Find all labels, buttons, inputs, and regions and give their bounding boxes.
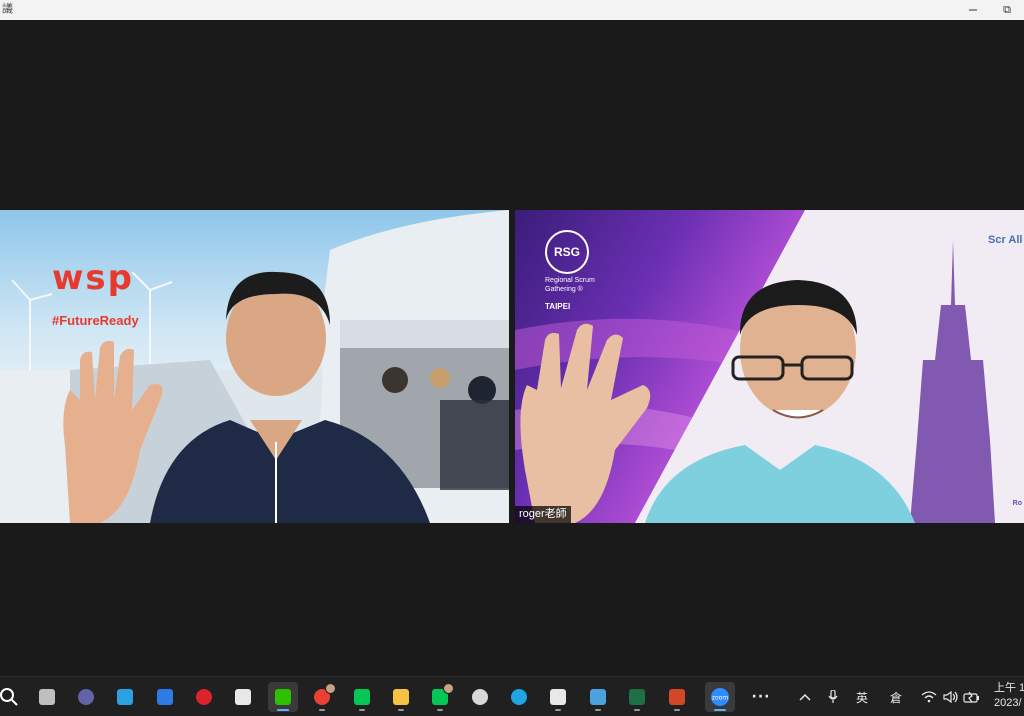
taskbar: zoom ··· 英 倉 上午 1 2023/ [0, 676, 1024, 716]
running-indicator [634, 709, 640, 711]
task-view-icon [39, 689, 55, 705]
more-apps-button[interactable]: ··· [748, 685, 774, 709]
running-indicator [674, 709, 680, 711]
rsg-city: TAIPEI [545, 302, 571, 311]
video-frame [515, 210, 1024, 523]
running-indicator [277, 709, 289, 711]
notification-badge [325, 683, 336, 694]
taskbar-app-screen-capture[interactable] [150, 682, 180, 712]
taskbar-app-task-view[interactable] [32, 682, 62, 712]
participant-tile[interactable]: wsp #FutureReady [0, 210, 509, 523]
speaker-icon [943, 691, 958, 703]
clock-date: 2023/ [994, 697, 1022, 709]
notification-badge [443, 683, 454, 694]
minimize-button[interactable] [956, 0, 990, 20]
running-indicator [319, 709, 325, 711]
taskbar-app-snipping-tool[interactable] [543, 682, 573, 712]
taskbar-app-zoom[interactable]: zoom [705, 682, 735, 712]
search-icon [0, 688, 18, 706]
participant-name-label: roger老師 [515, 506, 571, 523]
taskbar-app-desktop[interactable] [110, 682, 140, 712]
antivirus-icon [196, 689, 212, 705]
microphone-icon [828, 690, 838, 703]
ime-language-button[interactable]: 英 [852, 685, 872, 709]
window-controls: ⧉ [956, 0, 1024, 20]
system-clock[interactable]: 上午 1 2023/ [994, 681, 1024, 711]
participant-tile[interactable]: RSG Regional Scrum Gathering ® TAIPEI Sc… [515, 210, 1024, 523]
excel-icon [629, 689, 645, 705]
taskbar-app-line-icon-2[interactable] [425, 682, 455, 712]
taskbar-app-microsoft-store[interactable] [228, 682, 258, 712]
taskbar-app-excel[interactable] [622, 682, 652, 712]
snipping-tool-icon [550, 689, 566, 705]
taskbar-app-edge[interactable] [504, 682, 534, 712]
taskbar-app-powerpoint[interactable] [662, 682, 692, 712]
desktop-icon [117, 689, 133, 705]
chevron-up-icon [799, 693, 811, 701]
restore-button[interactable]: ⧉ [990, 0, 1024, 20]
video-gallery: wsp #FutureReady RSG Regional Scrum Gath… [0, 20, 1024, 676]
battery-button[interactable] [962, 685, 982, 709]
running-indicator [398, 709, 404, 711]
running-indicator [555, 709, 561, 711]
clock-app-icon [472, 689, 488, 705]
running-indicator [714, 709, 726, 711]
taskbar-app-clock-app[interactable] [465, 682, 495, 712]
wifi-button[interactable] [920, 685, 938, 709]
more-label: ··· [751, 689, 771, 705]
notepad-icon [590, 689, 606, 705]
line-icon [354, 689, 370, 705]
running-indicator [595, 709, 601, 711]
edge-icon [511, 689, 527, 705]
zoom-label: zoom [712, 695, 728, 702]
window-title-bar: 議 ⧉ [0, 0, 1024, 20]
rsg-badge: RSG [545, 230, 589, 274]
volume-button[interactable] [942, 685, 960, 709]
wifi-icon [921, 691, 937, 703]
running-indicator [437, 709, 443, 711]
video-frame [0, 210, 509, 523]
ime-mode-button[interactable]: 倉 [886, 685, 906, 709]
tray-overflow-button[interactable] [796, 685, 814, 709]
ime-mode-label: 倉 [889, 690, 902, 705]
microsoft-store-icon [235, 689, 251, 705]
meeting-app-icon [78, 689, 94, 705]
rsg-subtitle: Regional Scrum Gathering ® [545, 277, 595, 293]
background-logo: wsp [52, 258, 134, 298]
running-indicator [359, 709, 365, 711]
taskbar-app-notepad[interactable] [583, 682, 613, 712]
wechat-icon [275, 689, 291, 705]
taskbar-app-wechat[interactable] [268, 682, 298, 712]
file-explorer-icon [393, 689, 409, 705]
clock-time: 上午 1 [994, 682, 1024, 694]
app-icon: 議 [2, 2, 13, 15]
taskbar-app-line[interactable] [347, 682, 377, 712]
taskbar-app-file-explorer[interactable] [386, 682, 416, 712]
partner-logo: Scr All [988, 234, 1023, 246]
taskbar-app-chrome[interactable] [307, 682, 337, 712]
ime-language-label: 英 [855, 690, 868, 705]
taskbar-app-antivirus[interactable] [189, 682, 219, 712]
screen-capture-icon [157, 689, 173, 705]
zoom-icon: zoom [711, 688, 729, 706]
taskbar-app-meeting-app[interactable] [71, 682, 101, 712]
battery-plug-icon [963, 691, 979, 703]
microphone-button[interactable] [824, 685, 842, 709]
taskbar-app-search[interactable] [0, 682, 24, 712]
restore-icon: ⧉ [1003, 3, 1011, 16]
corner-text: Ro [1012, 500, 1022, 507]
background-tagline: #FutureReady [52, 313, 139, 328]
powerpoint-icon [669, 689, 685, 705]
